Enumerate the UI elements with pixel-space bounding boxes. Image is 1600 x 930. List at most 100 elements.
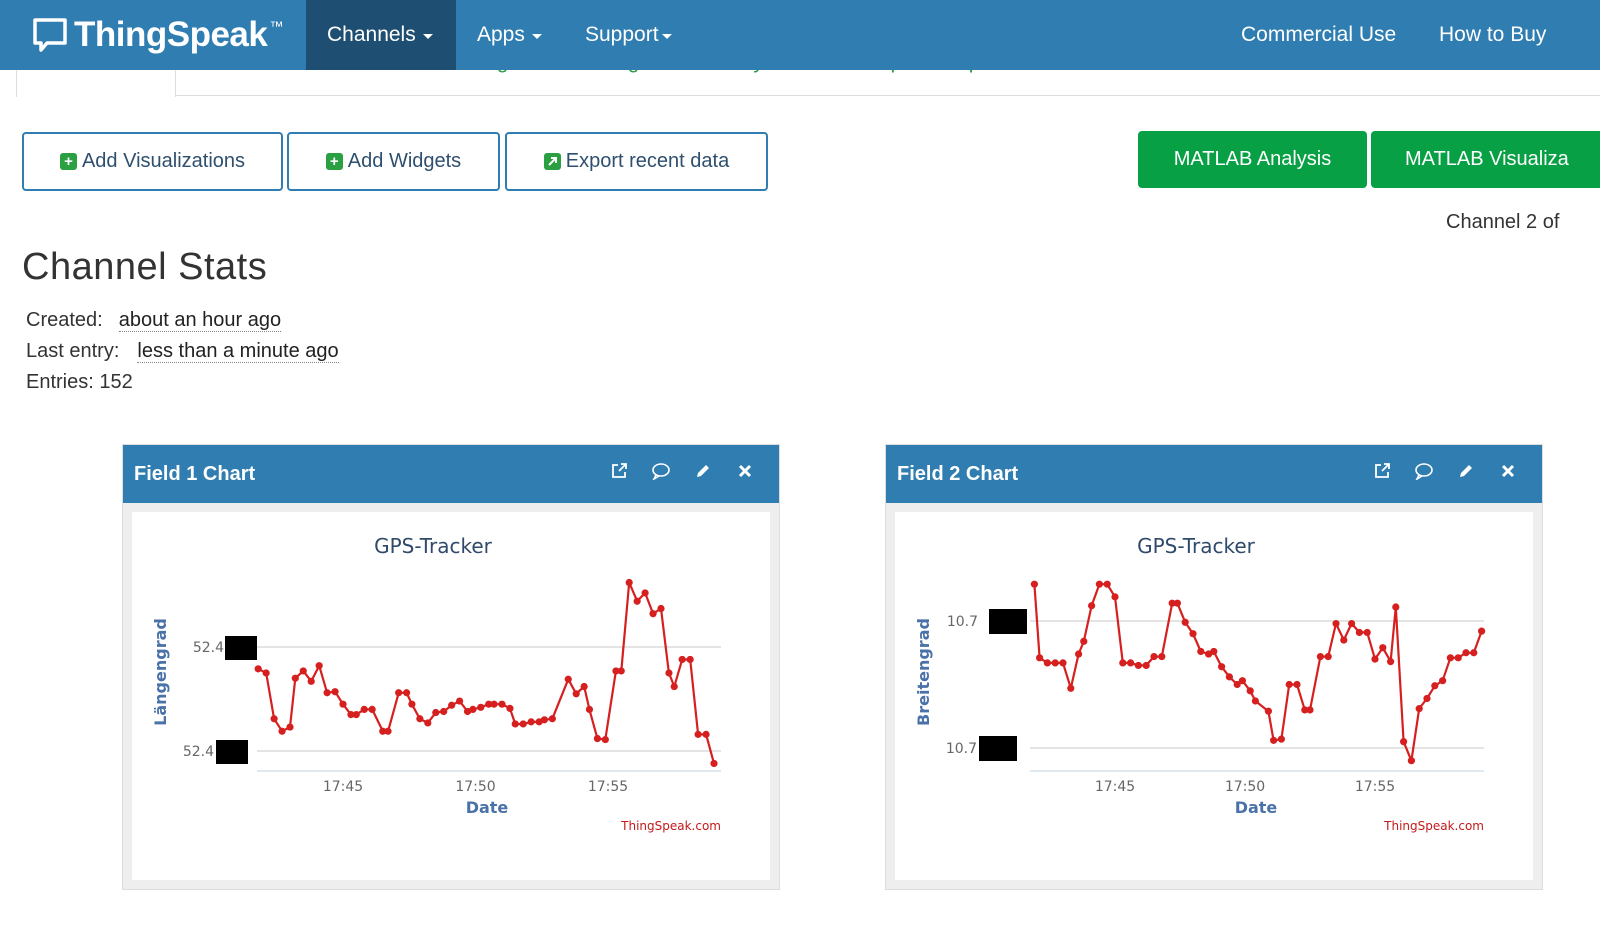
data-point bbox=[323, 689, 331, 697]
data-point bbox=[1355, 628, 1363, 637]
export-recent-data-button[interactable]: Export recent data bbox=[505, 132, 768, 191]
data-point bbox=[1181, 618, 1189, 626]
data-point bbox=[1270, 736, 1278, 744]
data-point bbox=[1415, 705, 1423, 713]
data-point bbox=[1285, 680, 1293, 689]
data-point bbox=[448, 701, 456, 709]
data-point bbox=[352, 711, 360, 719]
created-label: Created: bbox=[26, 309, 103, 331]
add-widgets-label: Add Widgets bbox=[347, 150, 462, 172]
nav-channels[interactable]: Channels bbox=[306, 0, 456, 70]
data-point bbox=[1462, 649, 1470, 657]
data-point bbox=[1173, 599, 1181, 607]
y-tick-label: 52.4 bbox=[193, 640, 224, 656]
thingspeak-logo[interactable]: ThingSpeak ™ bbox=[32, 12, 283, 58]
data-point bbox=[1423, 694, 1431, 703]
data-point bbox=[580, 682, 588, 691]
data-point bbox=[456, 697, 464, 705]
panel-title: Field 1 Chart bbox=[134, 462, 256, 485]
close-icon[interactable] bbox=[735, 461, 755, 481]
add-widgets-button[interactable]: + Add Widgets bbox=[287, 132, 500, 191]
field-2-chart: GPS-Tracker 10.7 10.7 17:45 17:50 17:55 Date Br… bbox=[914, 534, 1486, 833]
data-point bbox=[540, 716, 548, 724]
data-point bbox=[1225, 673, 1233, 681]
x-tick-label: 17:50 bbox=[455, 779, 495, 795]
chart-container: GPS-Tracker 10.7 10.7 17:45 17:50 17:55 Date Br… bbox=[895, 512, 1533, 880]
data-point bbox=[1197, 647, 1205, 656]
data-point bbox=[702, 730, 710, 738]
data-point bbox=[1095, 580, 1103, 588]
comment-icon[interactable] bbox=[1414, 461, 1434, 481]
data-point bbox=[315, 662, 323, 670]
nav-apps[interactable]: Apps bbox=[456, 0, 563, 70]
data-point bbox=[1067, 684, 1075, 692]
matlab-visualization-button[interactable]: MATLAB Visualiza bbox=[1371, 131, 1600, 188]
data-point bbox=[262, 669, 270, 677]
x-tick-label: 17:55 bbox=[1355, 779, 1395, 795]
channel-position: Channel 2 of bbox=[1446, 211, 1560, 233]
data-point bbox=[395, 689, 403, 697]
nav-how-to-buy-label: How to Buy bbox=[1439, 23, 1547, 46]
stat-created: Created: about an hour ago bbox=[26, 309, 282, 332]
redaction-box bbox=[979, 736, 1017, 761]
data-point bbox=[1150, 652, 1158, 661]
data-point bbox=[1392, 603, 1400, 611]
data-point bbox=[1251, 697, 1259, 705]
data-point bbox=[670, 682, 678, 691]
data-point bbox=[548, 715, 556, 723]
x-tick-label: 17:50 bbox=[1225, 779, 1265, 795]
data-point bbox=[1439, 677, 1447, 685]
created-value: about an hour ago bbox=[118, 309, 282, 332]
brand-name: ThingSpeak bbox=[74, 15, 268, 54]
data-point bbox=[1051, 659, 1059, 667]
comment-icon[interactable] bbox=[651, 461, 671, 481]
data-point bbox=[477, 703, 485, 711]
data-point bbox=[1470, 649, 1478, 657]
nav-support[interactable]: Support bbox=[564, 0, 693, 70]
data-point bbox=[469, 705, 477, 713]
matlab-analysis-button[interactable]: MATLAB Analysis bbox=[1138, 131, 1367, 188]
redaction-box bbox=[225, 636, 257, 660]
last-entry-label: Last entry: bbox=[26, 340, 120, 362]
matlab-analysis-label: MATLAB Analysis bbox=[1173, 148, 1332, 170]
channel-stats-title: Channel Stats bbox=[22, 246, 268, 288]
data-point bbox=[286, 723, 294, 731]
export-recent-data-label: Export recent data bbox=[565, 150, 730, 172]
data-point bbox=[1134, 661, 1142, 670]
data-point bbox=[633, 597, 641, 605]
close-icon[interactable] bbox=[1498, 461, 1518, 481]
nav-how-to-buy[interactable]: How to Buy bbox=[1418, 0, 1567, 70]
data-point bbox=[1088, 602, 1096, 610]
data-point bbox=[424, 719, 432, 727]
pencil-icon[interactable] bbox=[1456, 461, 1476, 481]
nav-commercial-use[interactable]: Commercial Use bbox=[1220, 0, 1417, 70]
open-external-icon[interactable] bbox=[609, 461, 629, 481]
matlab-visualization-label: MATLAB Visualiza bbox=[1405, 148, 1569, 170]
data-point bbox=[498, 700, 506, 708]
data-point bbox=[527, 718, 535, 726]
open-external-icon[interactable] bbox=[1372, 461, 1392, 481]
data-point bbox=[1371, 655, 1379, 663]
data-point bbox=[270, 715, 278, 723]
x-tick-label: 17:55 bbox=[588, 779, 628, 795]
last-entry-value: less than a minute ago bbox=[137, 340, 339, 363]
data-point bbox=[416, 715, 424, 723]
data-point bbox=[506, 704, 514, 712]
data-point bbox=[1142, 661, 1150, 670]
series-line bbox=[1033, 583, 1483, 762]
data-point bbox=[278, 727, 286, 735]
data-point bbox=[1246, 687, 1254, 695]
data-point bbox=[1103, 580, 1111, 588]
data-point bbox=[1293, 680, 1301, 689]
data-point bbox=[694, 730, 702, 738]
data-point bbox=[307, 677, 315, 685]
data-point bbox=[368, 705, 376, 713]
caret-down-icon bbox=[422, 34, 433, 39]
data-point bbox=[617, 667, 625, 675]
pencil-icon[interactable] bbox=[693, 461, 713, 481]
add-visualizations-button[interactable]: + Add Visualizations bbox=[22, 132, 283, 191]
nav-commercial-use-label: Commercial Use bbox=[1241, 23, 1397, 46]
data-point bbox=[1264, 707, 1272, 715]
data-point bbox=[331, 688, 339, 696]
data-point bbox=[1407, 757, 1415, 765]
